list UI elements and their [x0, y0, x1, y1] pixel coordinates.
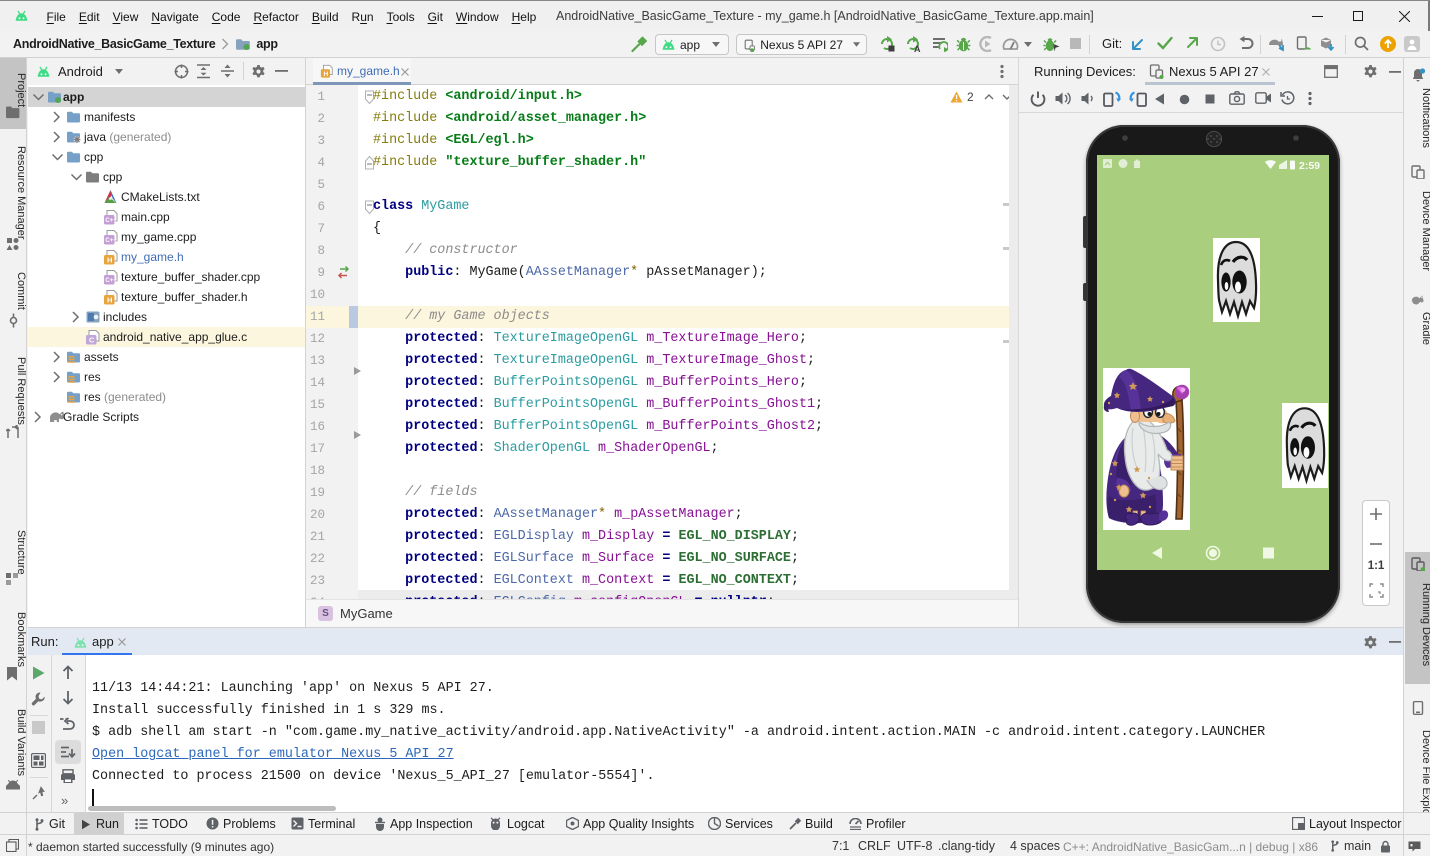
svg-text:2:59: 2:59: [1299, 160, 1320, 171]
svg-text:A: A: [914, 44, 921, 52]
